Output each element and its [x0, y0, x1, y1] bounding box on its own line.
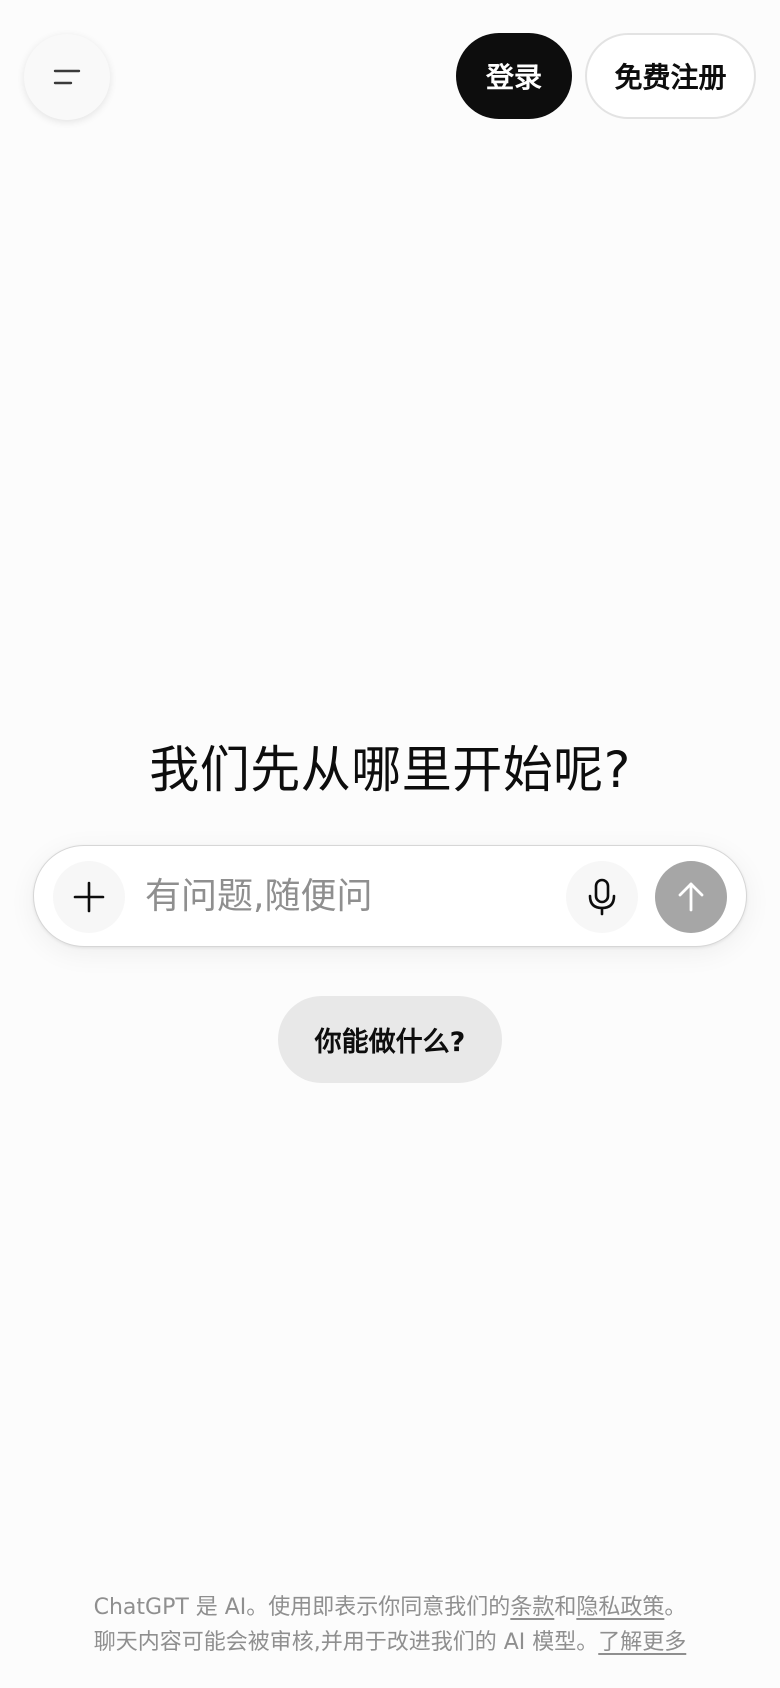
moderation-notice: 聊天内容可能会被审核,并用于改进我们的 AI 模型。: [93, 1630, 599, 1655]
disclaimer-and: 和: [554, 1595, 577, 1620]
attach-button[interactable]: [53, 861, 125, 933]
signup-button[interactable]: 免费注册: [585, 33, 756, 119]
terms-link[interactable]: 条款: [510, 1595, 554, 1620]
learn-more-link[interactable]: 了解更多: [598, 1630, 686, 1655]
disclaimer-line-1: ChatGPT 是 AI。使用即表示你同意我们的条款和隐私政策。: [0, 1590, 780, 1625]
page-title: 我们先从哪里开始呢?: [149, 741, 631, 799]
microphone-icon: [588, 878, 616, 916]
arrow-up-icon: [678, 882, 704, 912]
disclaimer-footer: ChatGPT 是 AI。使用即表示你同意我们的条款和隐私政策。 聊天内容可能会…: [0, 1590, 780, 1660]
send-button[interactable]: [655, 861, 727, 933]
voice-input-button[interactable]: [566, 861, 638, 933]
plus-icon: [73, 881, 105, 913]
menu-icon: [53, 69, 81, 85]
disclaimer-line-2: 聊天内容可能会被审核,并用于改进我们的 AI 模型。了解更多: [0, 1625, 780, 1660]
privacy-policy-link[interactable]: 隐私政策: [576, 1595, 664, 1620]
prompt-input[interactable]: [145, 868, 585, 924]
prompt-composer: [33, 845, 747, 947]
disclaimer-text: ChatGPT 是 AI。使用即表示你同意我们的: [93, 1595, 511, 1620]
suggestion-chip[interactable]: 你能做什么?: [278, 996, 502, 1083]
disclaimer-period: 。: [664, 1595, 687, 1620]
menu-button[interactable]: [24, 34, 110, 120]
login-button[interactable]: 登录: [456, 33, 572, 119]
